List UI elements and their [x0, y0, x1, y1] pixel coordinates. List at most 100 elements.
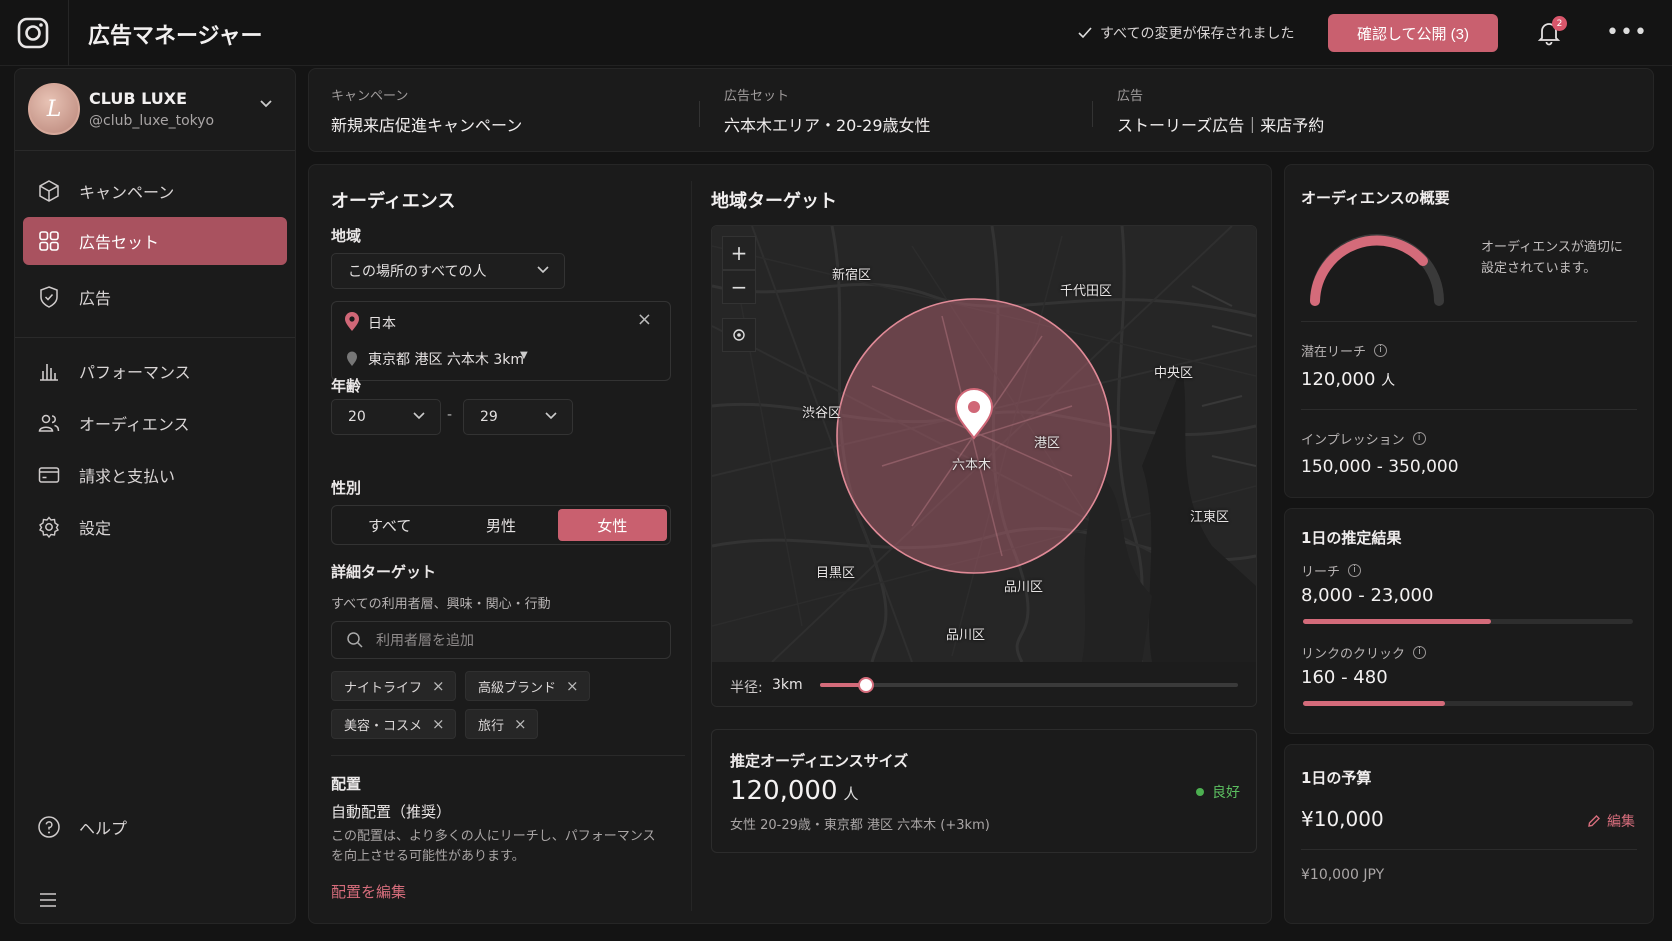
breadcrumb-adset[interactable]: 広告セット 六本木エリア・20-29歳女性 — [724, 85, 931, 136]
gender-option-male[interactable]: 男性 — [446, 509, 555, 541]
country-text: 日本 — [368, 316, 396, 332]
edit-budget-button[interactable]: 編集 — [1587, 811, 1635, 831]
radius-slider-track[interactable] — [820, 677, 1238, 693]
zoom-out-button[interactable]: − — [722, 270, 756, 304]
zoom-in-button[interactable]: + — [722, 236, 756, 270]
sidebar-item-settings[interactable]: 設定 — [23, 503, 287, 551]
gear-icon — [37, 515, 61, 539]
map-container: + − 新宿区 千代田区 中央区 渋谷区 港区 六本木 江東区 目黒区 品川区 … — [711, 225, 1257, 707]
potential-reach-value: 120,000 — [1301, 369, 1376, 390]
region-label: 地域 — [331, 227, 362, 245]
location-select[interactable]: 東京都 港区 六本木 3km — [368, 349, 524, 369]
map-label-shinjuku: 新宿区 — [832, 268, 872, 283]
grid-icon — [37, 229, 61, 253]
estimate-unit: 人 — [843, 785, 859, 803]
placement-description: この配置は、より多くの人にリーチし、パフォーマンスを向上させる可能性があります。 — [331, 829, 656, 864]
card-divider — [1301, 409, 1637, 410]
info-icon[interactable]: i — [1348, 564, 1362, 577]
sidebar-item-help[interactable]: ヘルプ — [23, 803, 287, 851]
radius-value: 3km — [772, 677, 803, 693]
breadcrumb-campaign[interactable]: キャンペーン 新規来店促進キャンペーン — [331, 85, 522, 136]
more-options-icon[interactable]: ••• — [1606, 20, 1648, 45]
radius-slider-thumb[interactable] — [857, 677, 874, 693]
sidebar-item-ads[interactable]: 広告 — [23, 273, 287, 321]
map-pin-icon — [344, 312, 360, 332]
crumb-value: 新規来店促進キャンペーン — [331, 116, 523, 135]
chip-label: 美容・コスメ — [344, 718, 423, 734]
clicks-bar-fill — [1303, 701, 1445, 706]
card-divider — [1301, 321, 1637, 322]
sidebar-item-billing[interactable]: 請求と支払い — [23, 451, 287, 499]
review-publish-button[interactable]: 確認して公開 (3) — [1328, 14, 1498, 52]
age-label: 年齢 — [331, 377, 362, 395]
info-icon[interactable]: i — [1374, 344, 1388, 357]
check-icon — [1078, 27, 1092, 39]
region-select[interactable]: この場所のすべての人 — [331, 253, 565, 289]
breadcrumb: キャンペーン 新規来店促進キャンペーン 広告セット 六本木エリア・20-29歳女… — [308, 68, 1654, 152]
edit-budget-label: 編集 — [1607, 814, 1635, 830]
audience-title: オーディエンス — [331, 191, 456, 212]
hamburger-menu-icon[interactable] — [37, 891, 59, 909]
interest-chip: ナイトライフ × — [331, 671, 456, 701]
info-icon[interactable]: i — [1413, 646, 1427, 659]
remove-chip-icon[interactable]: × — [432, 677, 445, 695]
audience-summary-card: オーディエンスの概要 オーディエンスが適切に設定されています。 潜在リーチ i … — [1284, 164, 1654, 498]
summary-title: オーディエンスの概要 — [1301, 189, 1450, 207]
detailed-targeting-subtext: すべての利用者層、興味・関心・行動 — [331, 597, 551, 612]
reach-label-text: リーチ — [1301, 565, 1341, 580]
chevron-down-icon — [536, 265, 550, 275]
impressions-label: インプレッション i — [1301, 429, 1426, 448]
crumb-value: 六本木エリア・20-29歳女性 — [724, 116, 931, 135]
budget-value: ¥10,000 — [1301, 807, 1384, 831]
interest-chip: 高級ブランド × — [465, 671, 590, 701]
potential-reach-label: 潜在リーチ i — [1301, 341, 1388, 360]
search-icon — [346, 631, 364, 649]
top-bar: 広告マネージャー すべての変更が保存されました 確認して公開 (3) 2 ••• — [0, 0, 1672, 66]
radius-control: 半径: 3km — [712, 662, 1256, 706]
map-label-shinagawa: 品川区 — [1004, 580, 1044, 595]
age-max-select[interactable]: 29 — [463, 399, 573, 435]
remove-chip-icon[interactable]: × — [566, 677, 579, 695]
daily-results-card: 1日の推定結果 リーチ i 8,000 - 23,000 リンクのクリック i … — [1284, 508, 1654, 734]
adset-editor-panel: オーディエンス 地域 この場所のすべての人 日本 × 東京都 港区 六本木 3k… — [308, 164, 1272, 924]
estimated-audience-card: 推定オーディエンスサイズ 120,000 人 良好 女性 20-29歳・東京都 … — [711, 729, 1257, 853]
age-separator: - — [447, 407, 453, 423]
map-canvas[interactable] — [712, 226, 1256, 662]
sidebar-item-audience[interactable]: オーディエンス — [23, 399, 287, 447]
account-switcher[interactable]: L CLUB LUXE @club_luxe_tokyo — [15, 69, 295, 151]
remove-location-icon[interactable]: × — [637, 309, 652, 330]
help-icon — [37, 815, 61, 839]
potential-reach-label-text: 潜在リーチ — [1301, 345, 1367, 360]
saved-status: すべての変更が保存されました — [1078, 23, 1294, 43]
gender-option-female[interactable]: 女性 — [557, 509, 667, 541]
map-label-roppongi: 六本木 — [952, 458, 992, 473]
sidebar-item-label: 広告セット — [79, 233, 160, 252]
caret-down-icon[interactable]: ▼ — [520, 350, 528, 361]
age-min-select[interactable]: 20 — [331, 399, 441, 435]
info-icon[interactable]: i — [1412, 432, 1426, 445]
sidebar-item-adsets[interactable]: 広告セット — [23, 217, 287, 265]
chip-label: 旅行 — [478, 718, 505, 734]
impressions-value: 150,000 - 350,000 — [1301, 457, 1459, 477]
audience-search-input[interactable]: 利用者層を追加 — [331, 621, 671, 659]
sidebar-item-campaign[interactable]: キャンペーン — [23, 167, 287, 215]
breadcrumb-ad[interactable]: 広告 ストーリーズ広告｜来店予約 — [1117, 85, 1324, 136]
gender-option-all[interactable]: すべて — [335, 509, 444, 541]
locate-button[interactable] — [722, 318, 756, 352]
sidebar-item-label: 請求と支払い — [79, 467, 176, 486]
estimate-detail: 女性 20-29歳・東京都 港区 六本木 (+3km) — [730, 818, 990, 833]
remove-chip-icon[interactable]: × — [432, 715, 445, 733]
status-text: 良好 — [1212, 785, 1240, 801]
crumb-divider — [699, 101, 700, 127]
potential-reach-value-row: 120,000 人 — [1301, 369, 1395, 390]
remove-chip-icon[interactable]: × — [514, 715, 527, 733]
sidebar-item-performance[interactable]: パフォーマンス — [23, 347, 287, 395]
audience-gauge — [1310, 234, 1444, 306]
region-select-value: この場所のすべての人 — [348, 264, 487, 280]
daily-results-title: 1日の推定結果 — [1301, 529, 1402, 547]
chevron-down-icon[interactable] — [259, 99, 273, 109]
edit-placement-link[interactable]: 配置を編集 — [331, 881, 406, 902]
instagram-logo-icon[interactable] — [16, 16, 50, 50]
wallet-icon — [37, 463, 61, 487]
age-min-value: 20 — [348, 409, 366, 425]
